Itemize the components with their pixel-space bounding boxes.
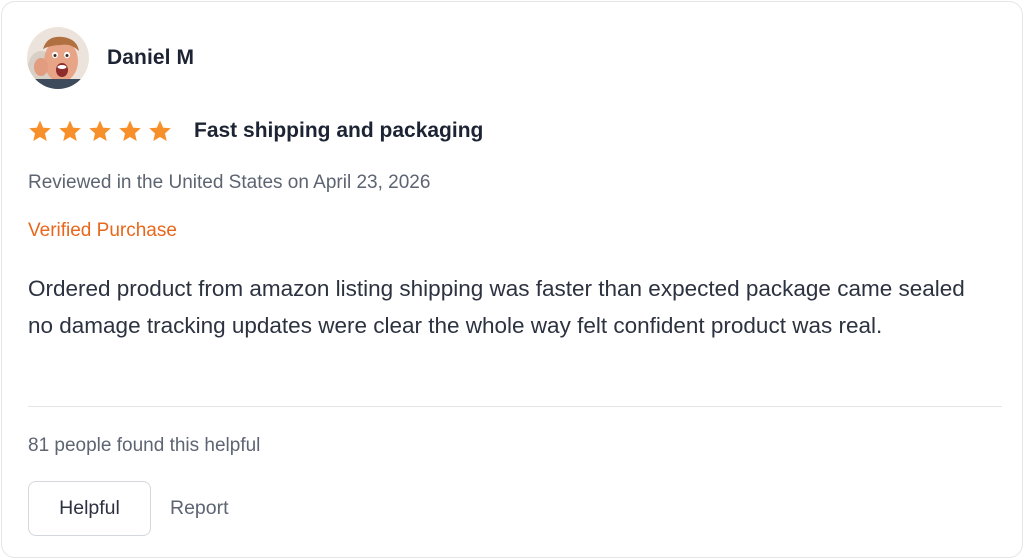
rating-row: Fast shipping and packaging — [28, 116, 483, 146]
review-card: Daniel M Fast shipping and packaging Rev… — [1, 1, 1023, 558]
reviewer-header: Daniel M — [27, 27, 194, 89]
helpful-button[interactable]: Helpful — [28, 481, 151, 536]
review-title: Fast shipping and packaging — [194, 119, 484, 142]
verified-purchase-badge: Verified Purchase — [28, 220, 177, 241]
star-rating — [28, 119, 172, 143]
reviewer-name: Daniel M — [107, 46, 195, 69]
review-actions: Helpful Report — [28, 481, 229, 536]
divider — [28, 406, 1002, 407]
review-date: Reviewed in the United States on April 2… — [28, 172, 431, 193]
review-body: Ordered product from amazon listing ship… — [28, 276, 965, 338]
star-icon — [29, 120, 51, 141]
avatar — [27, 27, 89, 89]
star-icon — [149, 120, 171, 141]
helpful-count: 81 people found this helpful — [28, 435, 261, 456]
star-icon — [119, 120, 141, 141]
avatar-photo — [27, 27, 89, 89]
report-link[interactable]: Report — [170, 497, 229, 520]
star-icon — [89, 120, 111, 141]
star-icon — [59, 120, 81, 141]
